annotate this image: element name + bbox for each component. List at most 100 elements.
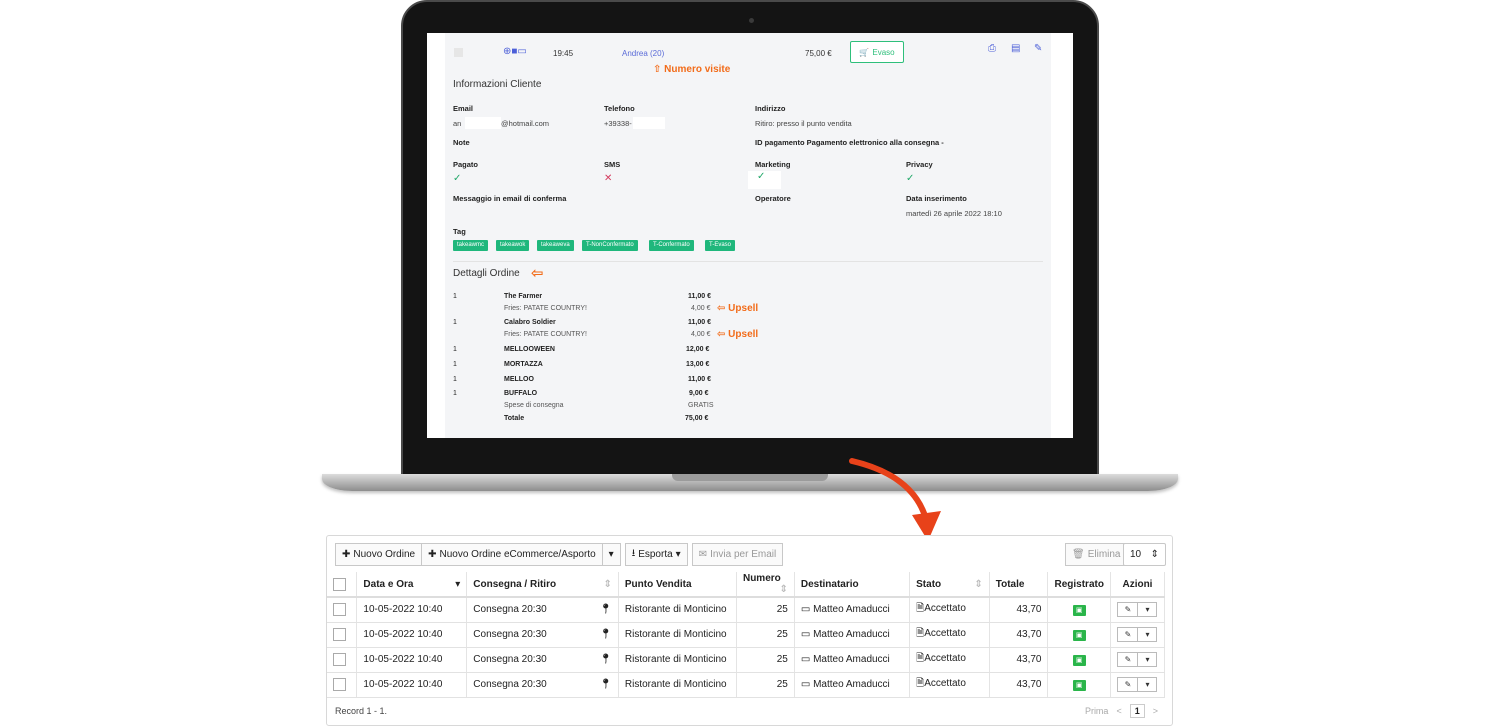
page-size-select[interactable]: 10 ⇕	[1123, 543, 1166, 566]
delivery-text: Consegna 20:30	[473, 679, 547, 690]
row-checkbox[interactable]	[333, 653, 346, 666]
cell-store: Ristorante di Monticino	[618, 622, 737, 648]
caret-down-icon[interactable]: ▾	[1137, 603, 1156, 617]
tag-label: Tag	[453, 227, 466, 236]
cell-number: 25	[736, 647, 795, 673]
item-sub: Fries: PATATE COUNTRY!	[504, 305, 587, 312]
cell-status: 🗎︎Accettato	[909, 622, 990, 648]
document-icon: 🗎︎	[916, 603, 925, 615]
edit-icon[interactable]: ✎	[1034, 43, 1042, 54]
send-email-button[interactable]: ✉ Invia per Email	[691, 543, 784, 566]
cell-total: 43,70	[989, 647, 1049, 673]
edit-icon[interactable]: ✎	[1118, 653, 1137, 666]
status-text: Accettato	[924, 653, 966, 664]
map-pin-icon[interactable]: 📍︎	[599, 629, 612, 640]
item-name: MELLOOWEEN	[504, 346, 555, 353]
col-delivery-label: Consegna / Ritiro	[473, 578, 557, 590]
col-status[interactable]: Stato ⇕	[909, 572, 990, 598]
col-delivery[interactable]: Consegna / Ritiro ⇕	[466, 572, 619, 598]
cell-store: Ristorante di Monticino	[618, 647, 737, 673]
next-page-link[interactable]: >	[1153, 706, 1158, 716]
col-recipient-label: Destinatario	[800, 578, 859, 590]
row-checkbox[interactable]	[333, 603, 346, 617]
row-actions: ✎ ▾	[1117, 677, 1158, 692]
new-order-button[interactable]: ✚ Nuovo Ordine	[335, 543, 423, 566]
row-actions: ✎ ▾	[1117, 602, 1158, 618]
caret-down-icon[interactable]: ▾	[1137, 653, 1156, 666]
cell-registered: ▣	[1047, 622, 1111, 648]
cell-total: 43,70	[989, 622, 1049, 648]
print-icon[interactable]: ⎙	[988, 43, 996, 54]
table-row[interactable]: 10-05-2022 10:40 Consegna 20:30 📍︎ Ristor…	[327, 622, 1166, 648]
order-detail-panel: ⊕■▭ 19:45 Andrea (20) 75,00 € 🛒 Evaso ⎙ …	[445, 33, 1051, 438]
customer-link[interactable]: Andrea (20)	[622, 49, 664, 58]
item-sub-price: 4,00 €	[691, 331, 711, 338]
cell-number: 25	[736, 622, 795, 648]
toolbar: ✚ Nuovo Ordine ✚ Nuovo Ordine eCommerce/As…	[335, 543, 784, 566]
row-select-cell	[327, 622, 358, 648]
check-icon: ✓	[453, 173, 462, 184]
cell-store: Ristorante di Monticino	[618, 672, 737, 698]
new-order-dropdown-button[interactable]: ▾	[601, 543, 621, 566]
registered-icon[interactable]: ▣	[1072, 604, 1086, 616]
row-checkbox[interactable]	[454, 48, 463, 57]
evaso-button[interactable]: 🛒 Evaso	[850, 41, 904, 63]
registered-icon[interactable]: ▣	[1072, 679, 1086, 691]
current-page[interactable]: 1	[1129, 704, 1145, 718]
item-price: 11,00 €	[688, 376, 711, 383]
col-number-label: Numero	[742, 573, 781, 584]
card-icon: ▭	[800, 604, 811, 616]
first-page-link[interactable]: Prima	[1085, 706, 1109, 716]
item-name: The Farmer	[504, 293, 543, 300]
caret-down-icon[interactable]: ▾	[1137, 678, 1156, 691]
divider	[453, 261, 1043, 262]
item-name: Calabro Soldier	[504, 319, 556, 326]
delete-button[interactable]: 🗑 Elimina	[1065, 543, 1128, 566]
row-checkbox[interactable]	[333, 678, 346, 691]
col-date[interactable]: Data e Ora ▾	[356, 572, 468, 598]
tag-badge: T-Evaso	[705, 240, 736, 251]
prev-page-link[interactable]: <	[1116, 706, 1121, 716]
col-number[interactable]: Numero ⇕	[736, 572, 795, 598]
edit-icon[interactable]: ✎	[1118, 603, 1137, 616]
cell-date: 10-05-2022 10:40	[356, 597, 468, 623]
table-row[interactable]: 10-05-2022 10:40 Consegna 20:30 📍︎ Ristor…	[327, 672, 1166, 698]
new-ecommerce-order-button[interactable]: ✚ Nuovo Ordine eCommerce/Asporto	[421, 543, 603, 566]
card-icon: ▭	[800, 629, 811, 640]
col-total-label: Totale	[995, 578, 1025, 590]
edit-icon[interactable]: ✎	[1118, 678, 1137, 691]
edit-icon[interactable]: ✎	[1118, 628, 1137, 641]
table-row[interactable]: 10-05-2022 10:40 Consegna 20:30 📍︎ Ristor…	[327, 597, 1166, 623]
delete-label: Elimina	[1087, 549, 1121, 560]
cell-recipient: ▭ Matteo Amaducci	[794, 672, 911, 698]
select-all-checkbox[interactable]	[333, 577, 346, 591]
document-icon[interactable]: ▤	[1011, 43, 1020, 54]
item-sub: Spese di consegna	[504, 402, 564, 409]
tag-badge: T-NonConfermato	[582, 240, 638, 251]
item-price: 11,00 €	[688, 319, 711, 326]
table-row[interactable]: 10-05-2022 10:40 Consegna 20:30 📍︎ Ristor…	[327, 647, 1166, 673]
envelope-icon: ✉	[698, 549, 708, 560]
registered-icon[interactable]: ▣	[1072, 654, 1086, 666]
laptop-notch	[672, 474, 828, 481]
page-size-value: 10	[1130, 549, 1142, 560]
registered-icon[interactable]: ▣	[1072, 629, 1086, 641]
caret-down-icon[interactable]: ▾	[1137, 628, 1156, 641]
item-price: 9,00 €	[689, 390, 709, 397]
channel-icons: ⊕■▭	[503, 46, 527, 57]
map-pin-icon[interactable]: 📍︎	[599, 679, 612, 690]
item-price: 11,00 €	[688, 293, 711, 300]
cell-number: 25	[736, 597, 795, 623]
recipient-text: Matteo Amaducci	[813, 654, 890, 665]
order-amount: 75,00 €	[805, 49, 832, 58]
export-button[interactable]: ⭳ Esporta ▾	[624, 543, 688, 566]
paid-label: Pagato	[453, 160, 479, 169]
annotation-upsell: ⇦ Upsell	[717, 329, 759, 340]
row-select-cell	[327, 647, 358, 673]
map-pin-icon[interactable]: 📍︎	[599, 604, 612, 615]
map-pin-icon[interactable]: 📍︎	[599, 654, 612, 665]
export-label: Esporta	[638, 549, 673, 560]
row-checkbox[interactable]	[333, 628, 346, 641]
customer-info-title: Informazioni Cliente	[453, 79, 542, 90]
tag-badge: takeaweva	[537, 240, 574, 251]
